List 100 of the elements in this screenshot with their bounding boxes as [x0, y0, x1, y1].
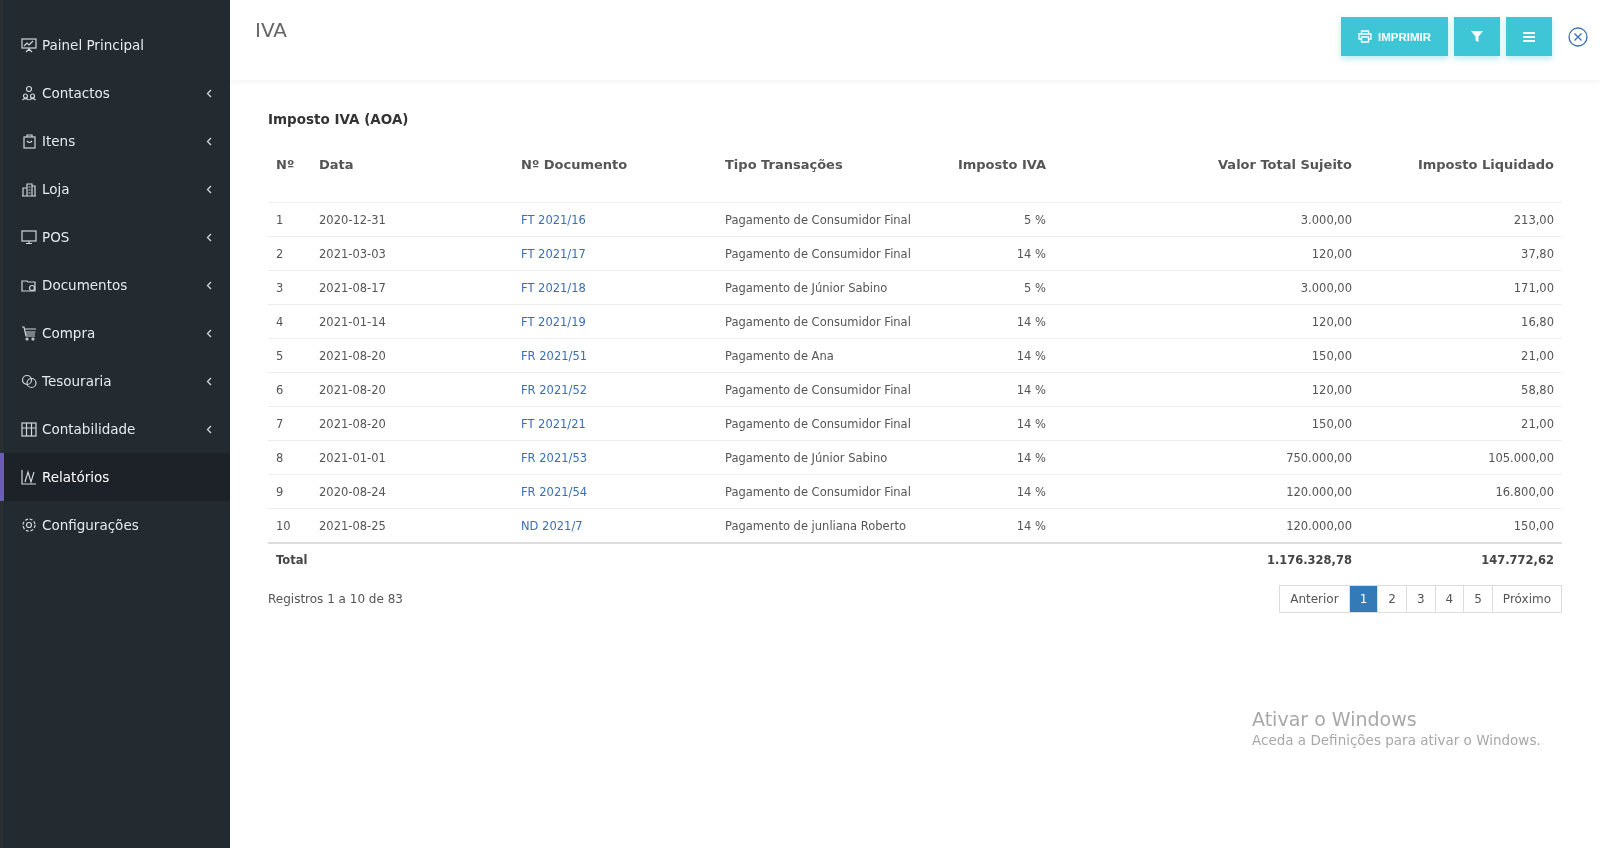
table-cell: Pagamento de Júnior Sabino [725, 450, 888, 465]
table-cell: 2021-01-14 [319, 314, 386, 329]
table-cell: 14 % [1016, 382, 1046, 397]
table-cell: 14 % [1016, 314, 1046, 329]
sidebar-label: Itens [42, 133, 77, 149]
sidebar-label: Painel Principal [42, 37, 145, 53]
books-icon [21, 421, 37, 437]
table-cell: 150,00 [1513, 518, 1554, 533]
table-cell: 7 [276, 416, 284, 431]
sidebar-label: Tesouraria [42, 373, 113, 389]
people-icon [21, 85, 37, 101]
table-cell: 6 [276, 382, 284, 397]
menu-button[interactable] [1506, 17, 1552, 56]
table-cell: 2021-08-20 [319, 382, 386, 397]
document-link[interactable]: FT 2021/19 [521, 314, 586, 329]
table-cell: 2021-01-01 [319, 450, 386, 465]
table-cell: 2020-08-24 [319, 484, 386, 499]
filter-icon [1471, 30, 1483, 43]
table-cell: Pagamento de Consumidor Final [725, 416, 911, 431]
sidebar-label: Loja [42, 181, 71, 197]
column-header: Nº [268, 153, 311, 203]
table-cell: 2020-12-31 [319, 212, 386, 227]
table-cell: 3.000,00 [1300, 212, 1352, 227]
table-cell: 5 % [1024, 280, 1046, 295]
table-cell: Pagamento de Ana [725, 348, 834, 363]
table-cell: 9 [276, 484, 284, 499]
table-cell: 150,00 [1311, 348, 1352, 363]
gear-icon [21, 517, 37, 533]
sidebar-item[interactable]: Itens [0, 117, 230, 165]
filter-button[interactable] [1454, 17, 1500, 56]
report-title: Imposto IVA (AOA) [268, 111, 410, 127]
table-cell: 120,00 [1311, 314, 1352, 329]
records-info: Registros 1 a 10 de 83 [268, 592, 403, 606]
table-cell: 8 [276, 450, 284, 465]
document-link[interactable]: FT 2021/21 [521, 416, 586, 431]
document-link[interactable]: FR 2021/53 [521, 450, 588, 465]
table-cell: 2021-08-20 [319, 348, 386, 363]
document-link[interactable]: FR 2021/54 [521, 484, 588, 499]
table-cell: Pagamento de junliana Roberto [725, 518, 906, 533]
sidebar-item[interactable]: Documentos [0, 261, 230, 309]
table-cell: 105.000,00 [1488, 450, 1554, 465]
document-link[interactable]: FR 2021/51 [521, 348, 588, 363]
table-cell: 120.000,00 [1286, 518, 1352, 533]
page-button[interactable]: 1 [1348, 586, 1378, 612]
sidebar-item[interactable]: Configurações [0, 501, 230, 549]
folder-icon [21, 277, 37, 293]
column-header: Tipo Transações [717, 153, 923, 203]
printer-icon [1358, 30, 1372, 43]
table-cell: 21,00 [1521, 416, 1554, 431]
table-cell: 5 [276, 348, 284, 363]
document-link[interactable]: FT 2021/17 [521, 246, 586, 261]
table-cell: 2021-08-17 [319, 280, 386, 295]
table-cell: Pagamento de Consumidor Final [725, 382, 911, 397]
column-header: Imposto Liquidado [1360, 153, 1562, 203]
sidebar-item[interactable]: Painel Principal [0, 21, 230, 69]
table-cell: 2021-08-25 [319, 518, 386, 533]
table-cell: 120.000,00 [1286, 484, 1352, 499]
close-icon[interactable] [1568, 26, 1588, 47]
document-link[interactable]: FR 2021/52 [521, 382, 588, 397]
table-cell: 1 [276, 212, 284, 227]
sidebar-label: Relatórios [42, 469, 111, 485]
sidebar-item[interactable]: Loja [0, 165, 230, 213]
table-cell: 2021-03-03 [319, 246, 386, 261]
table-cell: 14 % [1016, 450, 1046, 465]
building-icon [21, 181, 37, 197]
table-cell: 16,80 [1521, 314, 1554, 329]
sidebar-label: Documentos [42, 277, 129, 293]
sidebar-label: Configurações [42, 517, 140, 533]
activation-notice-title: Ativar o Windows [1252, 708, 1418, 730]
menu-icon [1523, 31, 1535, 42]
sidebar-item[interactable]: Contactos [0, 69, 230, 117]
table-cell: 171,00 [1513, 280, 1554, 295]
sidebar-label: Compra [42, 325, 97, 341]
table-cell: Pagamento de Consumidor Final [725, 246, 911, 261]
sidebar-item[interactable]: Compra [0, 309, 230, 357]
sidebar-item[interactable]: POS [0, 213, 230, 261]
table-cell: 213,00 [1513, 212, 1554, 227]
document-link[interactable]: FT 2021/18 [521, 280, 586, 295]
table-cell: 14 % [1016, 518, 1046, 533]
table-cell: 2 [276, 246, 284, 261]
column-header: Valor Total Sujeito [1054, 153, 1360, 203]
sidebar-item[interactable]: Relatórios [0, 453, 230, 501]
table-cell: 5 % [1024, 212, 1046, 227]
sidebar-item[interactable]: Contabilidade [0, 405, 230, 453]
document-link[interactable]: ND 2021/7 [521, 518, 583, 533]
table-cell: 58,80 [1521, 382, 1554, 397]
bag-icon [21, 133, 37, 149]
column-header: Data [311, 153, 513, 203]
cart-icon [21, 325, 37, 341]
column-header: Imposto IVA [923, 153, 1054, 203]
table-cell: 3.000,00 [1300, 280, 1352, 295]
table-cell: 750.000,00 [1286, 450, 1352, 465]
table-cell: 14 % [1016, 246, 1046, 261]
table-cell: Pagamento de Consumidor Final [725, 212, 911, 227]
table-cell: 14 % [1016, 416, 1046, 431]
table-cell: 2021-08-20 [319, 416, 386, 431]
document-link[interactable]: FT 2021/16 [521, 212, 586, 227]
table-cell: 3 [276, 280, 284, 295]
sidebar-item[interactable]: Tesouraria [0, 357, 230, 405]
table-cell: Pagamento de Consumidor Final [725, 484, 911, 499]
